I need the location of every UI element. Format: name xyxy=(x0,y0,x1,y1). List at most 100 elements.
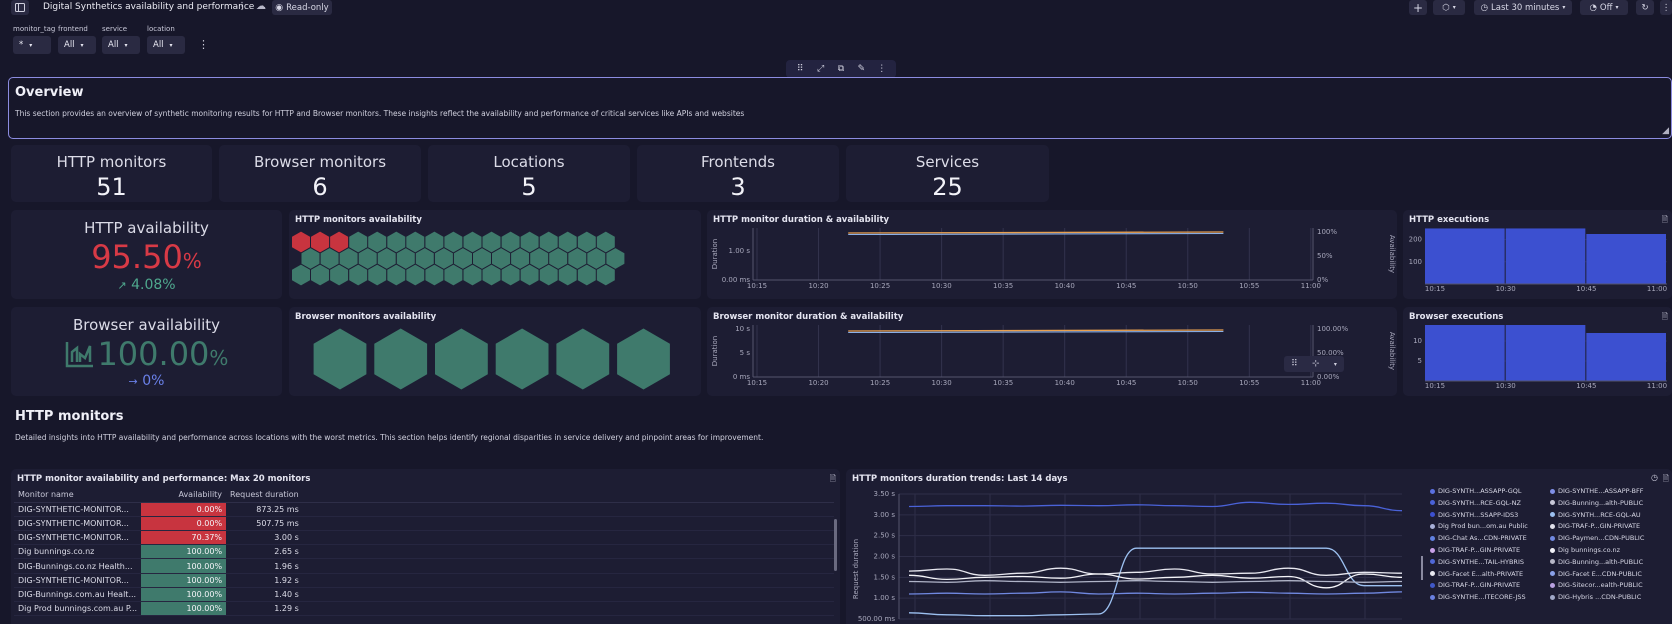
monitor-hex[interactable] xyxy=(596,231,615,253)
filter-frontend[interactable]: All ▾ xyxy=(58,36,96,54)
monitor-hex[interactable] xyxy=(482,231,501,253)
table-row[interactable]: DIG-SYNTHETIC-MONITOR... 70.37% 3.00 s xyxy=(14,530,834,546)
monitor-hex[interactable] xyxy=(387,264,406,286)
sidebar-toggle-button[interactable] xyxy=(11,0,29,15)
chevron-down-icon[interactable]: ▾ xyxy=(1334,361,1337,368)
monitor-hex[interactable] xyxy=(292,264,310,286)
table-row[interactable]: Dig bunnings.co.nz 100.00% 2.65 s xyxy=(14,544,834,560)
series-line[interactable] xyxy=(908,580,1403,583)
legend-item[interactable]: DIG-Bunning...alth-PUBLIC xyxy=(1550,499,1643,507)
table-row[interactable]: DIG-SYNTHETIC-MONITOR... 0.00% 873.25 ms xyxy=(14,502,834,517)
legend-item[interactable]: DIG-SYNTH...ASSAPP-GQL xyxy=(1430,487,1522,495)
table-scrollbar[interactable] xyxy=(834,519,837,571)
refresh-button[interactable]: ↻ xyxy=(1636,0,1654,15)
monitor-hex[interactable] xyxy=(415,248,434,269)
monitor-hex[interactable] xyxy=(374,328,428,390)
auto-refresh-selector[interactable]: ◔ Off ▾ xyxy=(1580,0,1628,15)
expand-icon[interactable]: ⤢ xyxy=(813,62,829,76)
legend-item[interactable]: DIG-Chat As...CDN-PRIVATE xyxy=(1430,534,1527,542)
monitor-hex[interactable] xyxy=(520,264,539,286)
table-row[interactable]: DIG-SYNTHETIC-MONITOR... 100.00% 1.92 s xyxy=(14,573,834,588)
monitor-hex[interactable] xyxy=(406,264,425,286)
filter-location[interactable]: All ▾ xyxy=(147,36,185,54)
more-header-button[interactable]: ⋮ xyxy=(1660,0,1672,15)
legend-item[interactable]: DIG-Sitecor...ealth-PUBLIC xyxy=(1550,581,1643,589)
monitor-hex[interactable] xyxy=(434,248,453,269)
monitor-hex[interactable] xyxy=(435,328,488,390)
series-line[interactable] xyxy=(908,591,1403,595)
add-button[interactable]: + xyxy=(1409,0,1427,15)
monitor-hex[interactable] xyxy=(539,231,558,253)
monitor-hex[interactable] xyxy=(396,248,415,269)
monitor-hex[interactable] xyxy=(320,248,339,269)
legend-item[interactable]: DIG-SYNTHE...ASSAPP-BFF xyxy=(1550,487,1643,495)
col-monitor-name[interactable]: Monitor name xyxy=(14,488,142,503)
monitor-hex[interactable] xyxy=(425,264,444,286)
monitor-hex[interactable] xyxy=(463,264,482,286)
monitor-hex[interactable] xyxy=(606,248,625,269)
overview-section[interactable]: Overview This section provides an overvi… xyxy=(8,77,1672,139)
legend-item[interactable]: DIG-Bunning...alth-PUBLIC xyxy=(1550,558,1643,566)
monitor-hex[interactable] xyxy=(368,264,387,286)
legend-item[interactable]: DIG-TRAF-P...GIN-PRIVATE xyxy=(1430,546,1520,554)
legend-item[interactable]: Dig Prod bun...om.au Public xyxy=(1430,522,1528,530)
monitor-hex[interactable] xyxy=(406,231,425,253)
monitor-hex[interactable] xyxy=(596,264,615,286)
monitor-hex[interactable] xyxy=(577,231,596,253)
monitor-hex[interactable] xyxy=(444,264,463,286)
edit-pencil-icon[interactable]: ✎ xyxy=(853,62,869,76)
monitor-hex[interactable] xyxy=(495,328,549,390)
monitor-hex[interactable] xyxy=(520,231,539,253)
legend-item[interactable]: DIG-SYNTHE...TAIL-HYBRIS xyxy=(1430,558,1524,566)
col-availability[interactable]: Availability xyxy=(141,488,227,503)
legend-item[interactable]: DIG-SYNTHE...ITECORE-JSS xyxy=(1430,593,1526,601)
bar[interactable] xyxy=(1505,325,1586,381)
export-icon[interactable]: 🗎 xyxy=(830,473,836,487)
legend-item[interactable]: DIG-SYNTH...RCE-GQL-AU xyxy=(1550,511,1641,519)
monitor-hex[interactable] xyxy=(501,231,520,253)
legend-item[interactable]: DIG-SYNTH...SSAPP-IDS3 xyxy=(1430,511,1518,519)
bar[interactable] xyxy=(1505,228,1586,284)
monitor-hex[interactable] xyxy=(549,248,568,269)
bar[interactable] xyxy=(1586,333,1666,381)
monitor-hex[interactable] xyxy=(463,231,482,253)
filter-more-icon[interactable]: ⋮ xyxy=(198,38,209,51)
legend-item[interactable]: Dig bunnings.co.nz xyxy=(1550,546,1620,554)
monitor-hex[interactable] xyxy=(482,264,501,286)
legend-item[interactable]: DIG-SYNTH...RCE-GQL-NZ xyxy=(1430,499,1521,507)
tile-more-icon[interactable]: ⋮ xyxy=(874,62,890,76)
monitor-hex[interactable] xyxy=(313,328,367,390)
timeframe-selector[interactable]: ◷ Last 30 minutes ▾ xyxy=(1474,0,1572,15)
monitor-hex[interactable] xyxy=(368,231,387,253)
bar[interactable] xyxy=(1586,234,1666,284)
monitor-hex[interactable] xyxy=(577,264,596,286)
table-row[interactable]: DIG-Bunnings.co.nz Health... 100.00% 1.96 … xyxy=(14,558,834,574)
monitor-hex[interactable] xyxy=(330,264,349,286)
monitor-hex[interactable] xyxy=(444,231,463,253)
legend-scrollbar[interactable] xyxy=(1421,556,1423,580)
monitor-hex[interactable] xyxy=(349,264,368,286)
monitor-hex[interactable] xyxy=(387,231,406,253)
monitor-hex[interactable] xyxy=(568,248,587,269)
drag-handle-icon[interactable]: ⠿ xyxy=(792,62,808,76)
legend-item[interactable]: DIG-TRAF-P...GIN-PRIVATE xyxy=(1550,522,1640,530)
monitor-hex[interactable] xyxy=(558,264,577,286)
legend-item[interactable]: DIG-Paymen...CDN-PUBLIC xyxy=(1550,534,1644,542)
more-options-icon[interactable]: ⋮ xyxy=(237,1,247,12)
table-row[interactable]: DIG-SYNTHETIC-MONITOR... 0.00% 507.75 ms xyxy=(14,516,834,532)
monitor-hex[interactable] xyxy=(425,231,444,253)
duplicate-icon[interactable]: ⧉ xyxy=(833,62,849,76)
segments-button[interactable]: ⬡ ▾ xyxy=(1433,0,1465,15)
filter-service[interactable]: All ▾ xyxy=(102,36,140,54)
filter-monitor-tag[interactable]: * ▾ xyxy=(13,36,51,54)
monitor-hex[interactable] xyxy=(349,231,368,253)
col-request-duration[interactable]: Request duration xyxy=(226,488,303,503)
monitor-hex[interactable] xyxy=(501,264,520,286)
series-line[interactable] xyxy=(908,501,1403,512)
monitor-hex[interactable] xyxy=(556,328,610,390)
monitor-hex[interactable] xyxy=(330,231,349,253)
resize-handle-icon[interactable]: ◢ xyxy=(1662,126,1669,136)
table-row[interactable]: DIG-Bunnings.com.au Healt... 100.00% 1.40 … xyxy=(14,587,834,603)
monitor-hex[interactable] xyxy=(311,231,330,253)
bar[interactable] xyxy=(1425,228,1505,284)
